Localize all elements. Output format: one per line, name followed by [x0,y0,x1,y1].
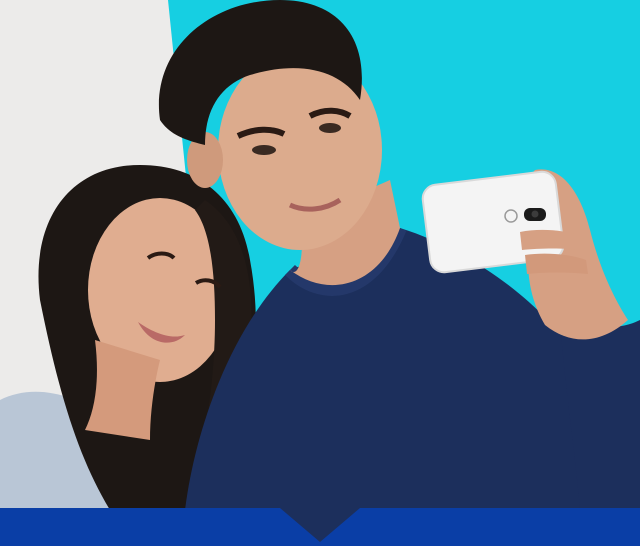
bottom-bar [0,508,640,546]
hero-banner [0,0,640,546]
couple-selfie-illustration [0,0,640,510]
